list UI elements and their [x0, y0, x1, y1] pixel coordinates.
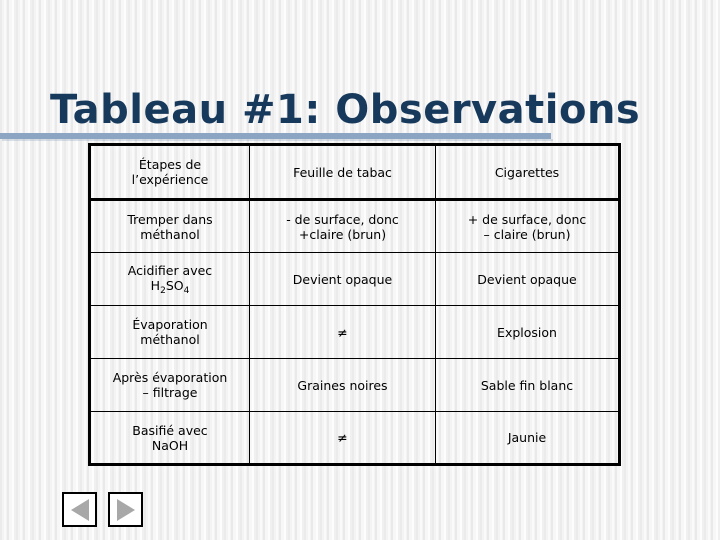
cell-leaf-observation: ≠: [249, 411, 436, 465]
slide-canvas: Tableau #1: Observations Étapes de l’exp…: [0, 0, 720, 540]
cell-leaf-line1: ≠: [337, 324, 348, 340]
cell-cig-line1: Devient opaque: [477, 271, 577, 287]
cell-leaf-observation: - de surface, donc +claire (brun): [249, 199, 436, 253]
table-row: Acidifier avec H2SO4 Devient opaque Devi…: [89, 252, 620, 306]
cell-step: Évaporation méthanol: [89, 305, 250, 359]
cell-cig-line2: – claire (brun): [483, 226, 571, 242]
triangle-right-icon: [116, 498, 135, 521]
cell-cigarette-observation: Explosion: [435, 305, 620, 359]
cell-step: Tremper dans méthanol: [89, 199, 250, 253]
cell-step-line2: NaOH: [151, 437, 189, 453]
table-body: Tremper dans méthanol - de surface, donc…: [89, 199, 620, 465]
column-header-steps-line2: l’expérience: [131, 172, 209, 187]
next-slide-button[interactable]: [108, 492, 143, 527]
cell-step-line1: Acidifier avec: [127, 262, 213, 278]
cell-step-line1: Après évaporation: [112, 370, 228, 385]
cell-step-line1: Basifié avec: [132, 422, 208, 438]
cell-cig-line1: Sable fin blanc: [480, 377, 574, 393]
cell-step-formula: H2SO4: [95, 278, 245, 296]
cell-leaf-observation: Devient opaque: [249, 252, 436, 306]
table-row: Basifié avec NaOH ≠ Jaunie: [89, 411, 620, 465]
formula-so: SO: [165, 277, 184, 293]
cell-leaf-line1: ≠: [337, 430, 348, 445]
table-header: Étapes de l’expérience Feuille de tabac …: [89, 144, 620, 201]
cell-cig-line1: Explosion: [497, 324, 557, 340]
triangle-left-icon: [70, 498, 89, 521]
column-header-steps: Étapes de l’expérience: [89, 144, 250, 201]
cell-cig-line1: + de surface, donc: [467, 211, 587, 227]
cell-step: Après évaporation – filtrage: [89, 358, 250, 412]
cell-step-line2: méthanol: [140, 332, 200, 347]
title-divider-shadow: [2, 139, 553, 141]
cell-cigarette-observation: Devient opaque: [435, 252, 620, 306]
cell-cigarette-observation: + de surface, donc – claire (brun): [435, 199, 620, 253]
cell-step-line2: méthanol: [140, 226, 200, 242]
cell-cigarette-observation: Sable fin blanc: [435, 358, 620, 412]
table-row: Après évaporation – filtrage Graines noi…: [89, 358, 620, 412]
table-header-row: Étapes de l’expérience Feuille de tabac …: [89, 144, 620, 201]
cell-cig-line1: Jaunie: [507, 430, 547, 445]
formula-h: H: [150, 277, 161, 293]
observations-table: Étapes de l’expérience Feuille de tabac …: [88, 143, 621, 466]
table-row: Tremper dans méthanol - de surface, donc…: [89, 199, 620, 253]
cell-step-line1: Évaporation: [132, 317, 208, 332]
cell-step-line2: – filtrage: [142, 385, 198, 400]
column-header-tobacco-leaf: Feuille de tabac: [249, 144, 436, 201]
cell-cigarette-observation: Jaunie: [435, 411, 620, 465]
cell-leaf-line2: +claire (brun): [298, 226, 387, 242]
formula-sub-4: 4: [183, 285, 190, 296]
cell-step: Basifié avec NaOH: [89, 411, 250, 465]
cell-step: Acidifier avec H2SO4: [89, 252, 250, 306]
cell-leaf-observation: ≠: [249, 305, 436, 359]
formula-sub-2: 2: [160, 285, 166, 296]
page-title: Tableau #1: Observations: [50, 86, 641, 133]
column-header-cigarettes: Cigarettes: [435, 144, 620, 201]
slide-navigation: [62, 492, 143, 527]
cell-leaf-line1: Graines noires: [297, 377, 388, 393]
previous-slide-button[interactable]: [62, 492, 97, 527]
cell-step-line1: Tremper dans: [127, 211, 213, 227]
table-row: Évaporation méthanol ≠ Explosion: [89, 305, 620, 359]
cell-leaf-observation: Graines noires: [249, 358, 436, 412]
column-header-steps-line1: Étapes de: [138, 157, 202, 172]
cell-leaf-line1: - de surface, donc: [286, 211, 399, 227]
cell-leaf-line1: Devient opaque: [292, 271, 393, 287]
